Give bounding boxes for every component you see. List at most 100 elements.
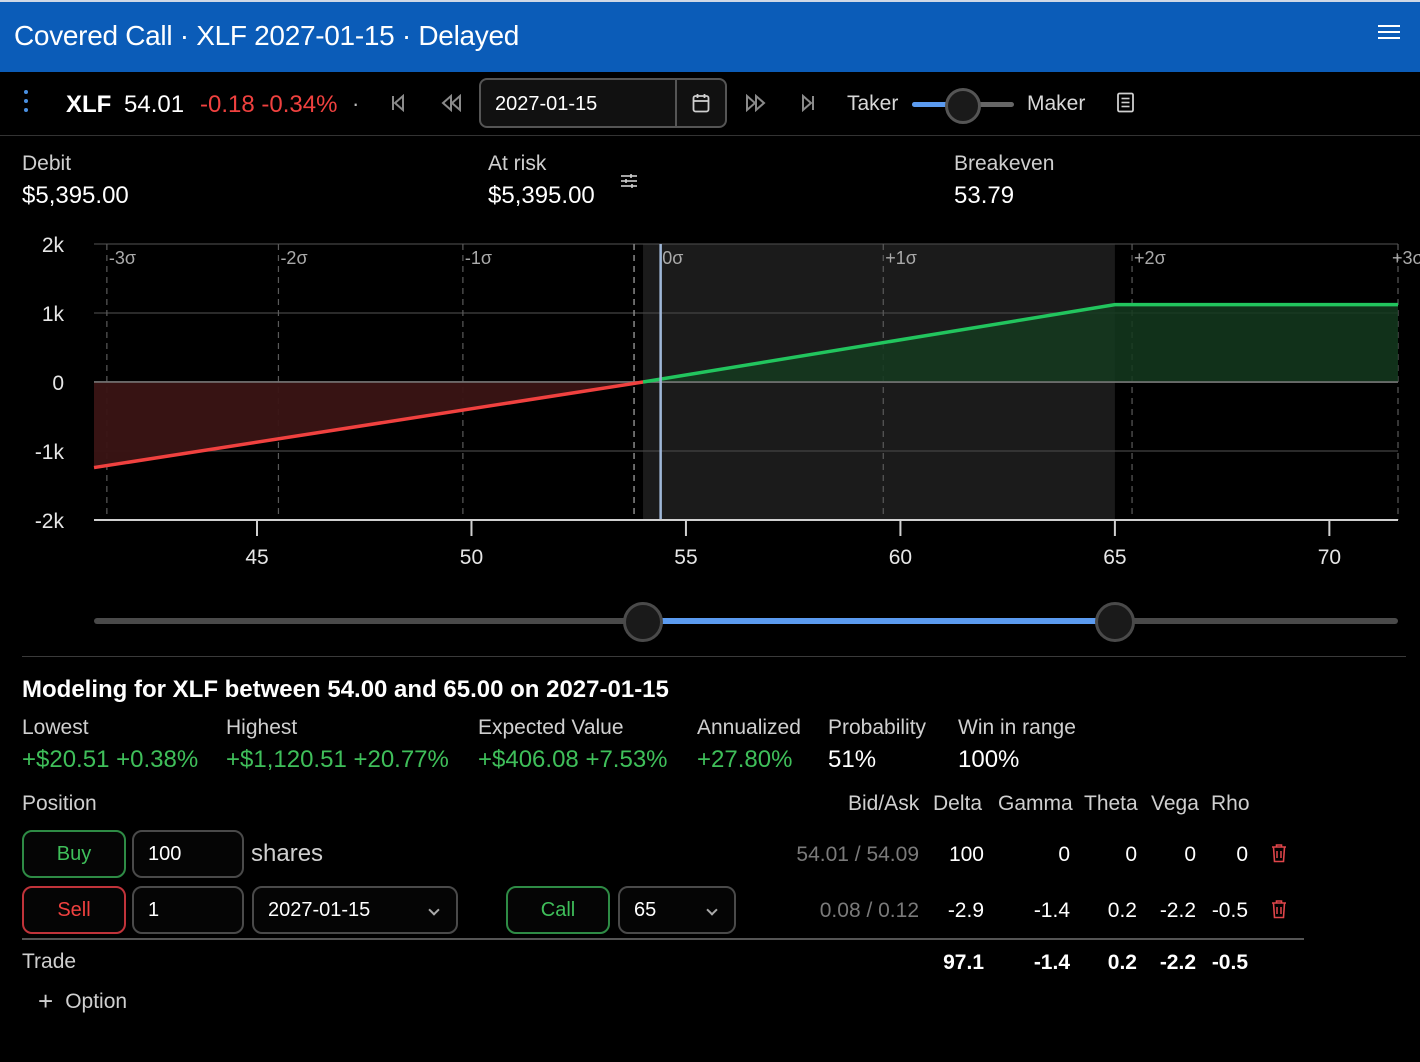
chevron-down-icon (428, 904, 440, 916)
document-icon[interactable] (1116, 92, 1136, 114)
modeling-title: Modeling for XLF between 54.00 and 65.00… (22, 676, 669, 703)
hamburger-menu-icon[interactable] (1378, 22, 1400, 42)
stat-value: +$1,120.51 +20.77% (226, 746, 449, 773)
trash-icon[interactable] (1270, 899, 1288, 919)
stat-label: Lowest (22, 716, 89, 739)
range-high-knob[interactable] (1094, 602, 1135, 642)
breakeven-metric: Breakeven 53.79 (954, 152, 1054, 210)
toolbar: XLF 54.01 -0.18 -0.34% · 2027-01-15 Take… (0, 72, 1420, 136)
gamma-value: -1.4 (1033, 899, 1070, 922)
add-option-button[interactable]: + Option (38, 986, 127, 1017)
sigma-label: -3σ (109, 248, 136, 268)
stat-value: +27.80% (697, 746, 793, 773)
bidask-header: Bid/Ask (848, 792, 920, 815)
risk-metric: At risk $5,395.00 (488, 152, 595, 210)
quantity-input[interactable]: 1 (132, 886, 244, 934)
y-tick-label: -2k (35, 510, 65, 533)
stat-lowest: Lowest +$20.51 +0.38% (22, 716, 198, 774)
settings-sliders-icon[interactable] (620, 172, 638, 190)
vega-value: -2.2 (1159, 899, 1196, 922)
expiry-select[interactable]: 2027-01-15 (252, 886, 458, 934)
y-tick-label: 0 (52, 372, 64, 395)
range-low-knob[interactable] (623, 602, 664, 642)
stat-label: Expected Value (478, 716, 624, 739)
date-field[interactable]: 2027-01-15 (479, 78, 727, 128)
rho-header: Rho (1211, 792, 1250, 815)
rho-value: -0.5 (1211, 899, 1248, 922)
x-tick-label: 50 (460, 546, 483, 569)
stat-value: +$406.08 +7.53% (478, 746, 668, 773)
stat-value: 100% (958, 746, 1020, 773)
delta-header: Delta (933, 792, 983, 815)
trade-label: Trade (22, 950, 77, 973)
taker-maker-knob[interactable] (945, 88, 981, 124)
more-vertical-icon[interactable] (22, 90, 30, 116)
sell-button[interactable]: Sell (22, 886, 126, 934)
delta-value: -2.9 (947, 899, 984, 922)
expiry-value: 2027-01-15 (268, 899, 371, 921)
trade-theta: 0.2 (1107, 951, 1137, 974)
strike-value: 65 (634, 899, 657, 921)
sigma-label: -2σ (280, 248, 307, 268)
breakeven-value: 53.79 (954, 182, 1015, 209)
buy-button[interactable]: Buy (22, 830, 126, 878)
theta-value: 0 (1125, 843, 1137, 866)
vega-header: Vega (1151, 792, 1199, 815)
skip-last-icon[interactable] (800, 94, 816, 112)
risk-value: $5,395.00 (488, 182, 595, 209)
strike-select[interactable]: 65 (618, 886, 736, 934)
add-option-label: Option (65, 990, 128, 1013)
shares-label: shares (251, 840, 324, 867)
date-value: 2027-01-15 (495, 93, 598, 115)
taker-maker-slider[interactable] (912, 88, 1014, 124)
stat-win-in-range: Win in range 100% (958, 716, 1076, 774)
debit-metric: Debit $5,395.00 (22, 152, 129, 210)
call-put-toggle[interactable]: Call (506, 886, 610, 934)
ticker-change: -0.18 -0.34% (200, 91, 338, 118)
x-tick-label: 70 (1318, 546, 1341, 569)
sigma-label: -1σ (465, 248, 492, 268)
x-tick-label: 55 (674, 546, 697, 569)
x-tick-label: 65 (1103, 546, 1126, 569)
quantity-input[interactable]: 100 (132, 830, 244, 878)
debit-label: Debit (22, 152, 72, 175)
y-tick-label: 1k (42, 303, 65, 326)
calendar-icon (692, 94, 710, 113)
sigma-label: +2σ (1134, 248, 1166, 268)
window-title: Covered Call · XLF 2027-01-15 · Delayed (14, 20, 520, 51)
vega-value: 0 (1184, 843, 1196, 866)
bidask-value: 54.01 / 54.09 (796, 843, 919, 866)
trade-rho: -0.5 (1211, 951, 1248, 974)
chevron-down-icon (706, 904, 718, 916)
payoff-chart[interactable]: 2k 1k 0 -1k -2k -3σ -2σ -1σ 0σ +1σ +2σ +3σ 45 50 55 60 6… (0, 228, 1420, 588)
trash-icon[interactable] (1270, 843, 1288, 863)
stat-expected-value: Expected Value +$406.08 +7.53% (478, 716, 668, 774)
taker-label: Taker (847, 92, 899, 115)
plus-icon: + (38, 986, 54, 1016)
y-tick-label: 2k (42, 234, 65, 257)
sigma-label: +3σ (1392, 248, 1420, 268)
rewind-icon[interactable] (440, 94, 462, 112)
ticker-price: 54.01 (124, 91, 185, 118)
trade-vega: -2.2 (1159, 951, 1196, 974)
calendar-button[interactable] (675, 80, 725, 126)
fast-forward-icon[interactable] (745, 94, 767, 112)
gamma-value: 0 (1058, 843, 1070, 866)
title-bar: Covered Call · XLF 2027-01-15 · Delayed (0, 0, 1420, 72)
stat-label: Highest (226, 716, 298, 739)
theta-header: Theta (1084, 792, 1138, 815)
y-tick-label: -1k (35, 441, 65, 464)
divider (22, 656, 1406, 657)
range-fill (643, 618, 1115, 624)
maker-label: Maker (1027, 92, 1086, 115)
trade-gamma: -1.4 (1033, 951, 1070, 974)
bidask-value: 0.08 / 0.12 (819, 899, 919, 922)
sigma-label: 0σ (662, 248, 683, 268)
skip-first-icon[interactable] (390, 94, 406, 112)
stat-value: +$20.51 +0.38% (22, 746, 199, 773)
gamma-header: Gamma (998, 792, 1073, 815)
trade-delta: 97.1 (943, 951, 984, 974)
price-range-slider[interactable] (94, 600, 1398, 644)
stat-highest: Highest +$1,120.51 +20.77% (226, 716, 449, 774)
separator-dot: · (352, 91, 360, 116)
